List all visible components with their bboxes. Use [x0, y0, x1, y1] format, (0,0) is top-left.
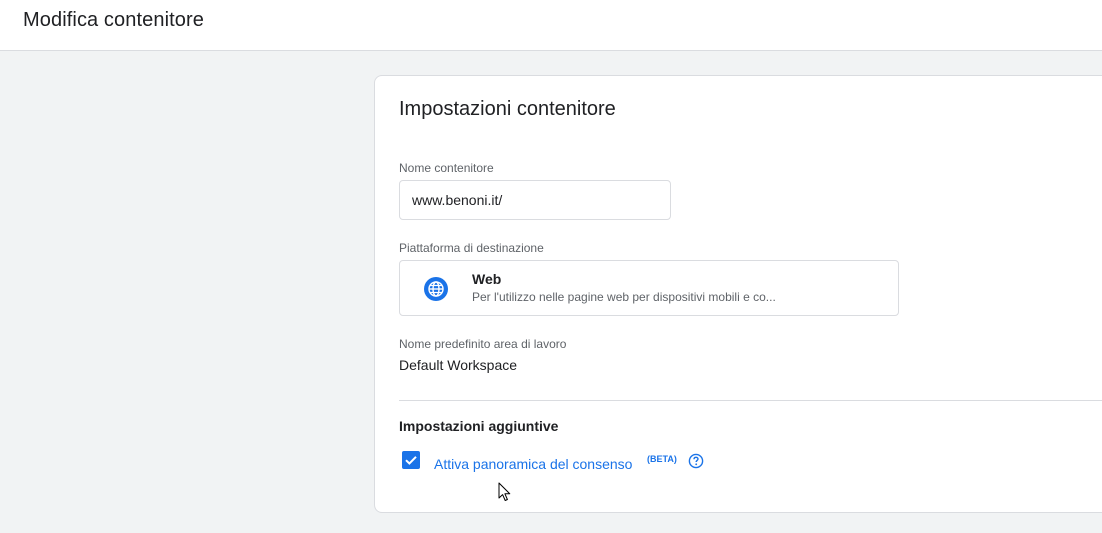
help-icon[interactable] [688, 453, 704, 469]
card-title: Impostazioni contenitore [399, 98, 616, 120]
checkmark-icon [405, 456, 417, 465]
consent-overview-checkbox[interactable] [402, 451, 420, 469]
mouse-pointer-icon [498, 482, 511, 501]
platform-name: Web [472, 271, 502, 287]
target-platform-label: Piattaforma di destinazione [399, 241, 544, 255]
consent-overview-label[interactable]: Attiva panoramica del consenso [434, 456, 632, 472]
container-name-label: Nome contenitore [399, 161, 494, 175]
additional-settings-title: Impostazioni aggiuntive [399, 418, 559, 434]
container-name-input[interactable] [399, 180, 671, 220]
workspace-value: Default Workspace [399, 357, 518, 373]
globe-icon [424, 277, 448, 301]
beta-badge: (BETA) [647, 454, 677, 464]
container-settings-card: Impostazioni contenitore Nome contenitor… [374, 75, 1102, 513]
platform-description: Per l'utilizzo nelle pagine web per disp… [472, 290, 776, 304]
page-title: Modifica contenitore [23, 9, 204, 31]
workspace-label: Nome predefinito area di lavoro [399, 337, 567, 351]
divider [399, 400, 1102, 401]
target-platform-selector[interactable]: Web Per l'utilizzo nelle pagine web per … [399, 260, 899, 316]
top-bar: Modifica contenitore [0, 0, 1102, 51]
